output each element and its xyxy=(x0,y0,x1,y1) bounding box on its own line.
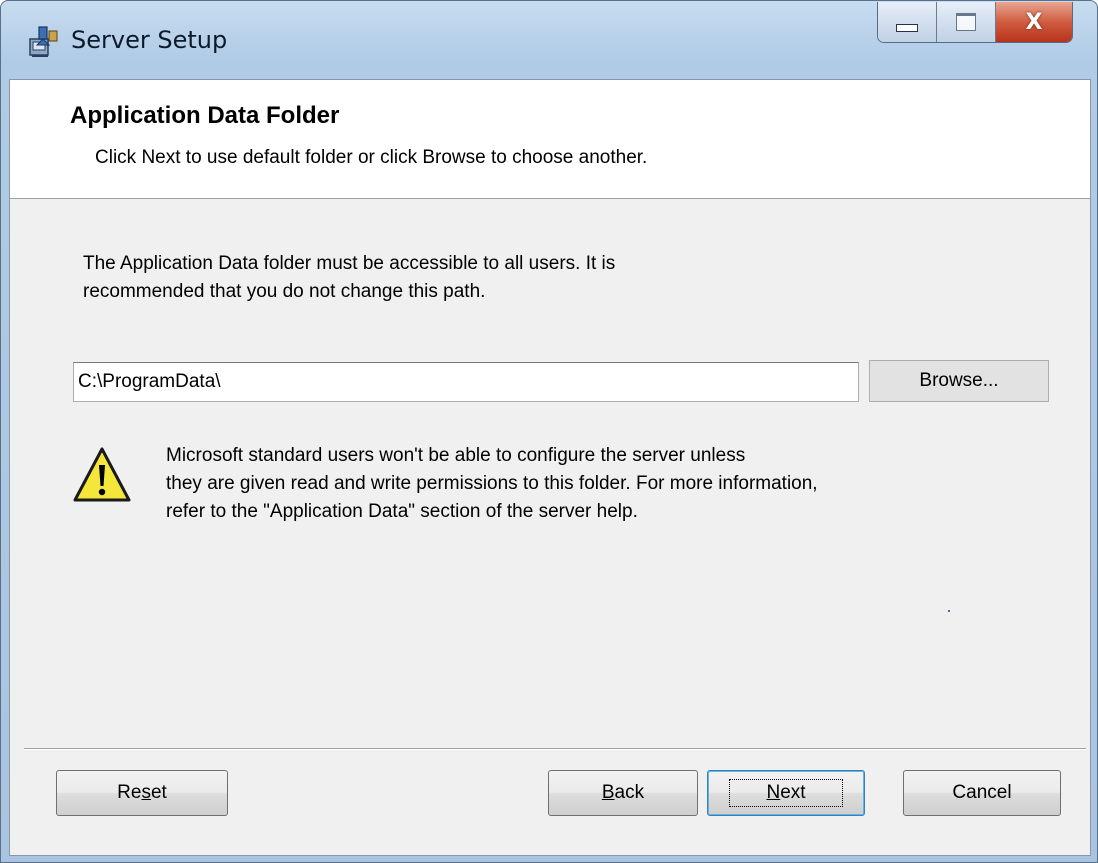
folder-path-input[interactable] xyxy=(73,362,859,402)
header-banner: Application Data Folder Click Next to us… xyxy=(10,80,1090,199)
warning-text: Microsoft standard users won't be able t… xyxy=(166,445,818,522)
setup-window: Server Setup X Application Data Folder C… xyxy=(0,0,1098,863)
reset-label: Reset xyxy=(117,782,167,803)
next-button[interactable]: Next xyxy=(707,770,865,816)
caption-buttons: X xyxy=(877,2,1073,43)
next-label: Next xyxy=(729,779,843,807)
minimize-button[interactable] xyxy=(878,2,937,42)
footer-separator xyxy=(24,748,1086,750)
cancel-button[interactable]: Cancel xyxy=(903,770,1061,816)
dialog-client-area: Application Data Folder Click Next to us… xyxy=(9,79,1091,856)
back-button[interactable]: Back xyxy=(548,770,698,816)
window-title: Server Setup xyxy=(71,26,228,54)
maximize-button[interactable] xyxy=(937,2,996,42)
page-title: Application Data Folder xyxy=(70,102,340,129)
page-description: Click Next to use default folder or clic… xyxy=(95,147,648,168)
installer-icon xyxy=(29,26,58,57)
reset-button[interactable]: Reset xyxy=(56,770,228,816)
stray-pixel xyxy=(948,610,950,612)
minimize-icon xyxy=(896,24,918,32)
info-text: The Application Data folder must be acce… xyxy=(83,253,616,302)
warning-icon xyxy=(73,447,131,502)
maximize-icon xyxy=(956,13,976,31)
back-label: Back xyxy=(601,782,645,803)
browse-button[interactable]: Browse... xyxy=(869,360,1049,402)
close-button[interactable]: X xyxy=(996,2,1072,42)
close-icon: X xyxy=(1025,9,1043,35)
title-bar[interactable]: Server Setup X xyxy=(1,1,1097,79)
